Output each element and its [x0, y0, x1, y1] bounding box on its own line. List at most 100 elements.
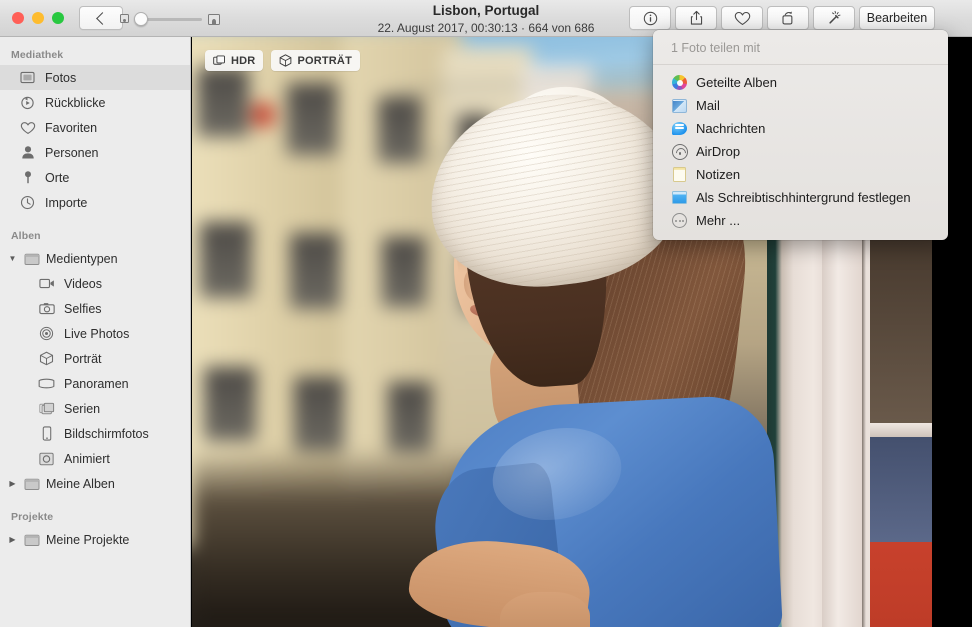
- cube-icon: [280, 54, 292, 67]
- share-item-label: Mehr ...: [696, 213, 741, 228]
- camera-icon: [38, 301, 55, 317]
- heart-icon: [734, 11, 750, 25]
- sidebar-item-animiert[interactable]: Animiert: [0, 446, 190, 471]
- sidebar-item-favoriten[interactable]: Favoriten: [0, 115, 190, 140]
- sidebar-item-label: Rückblicke: [45, 95, 106, 110]
- sidebar-item-meine-projekte[interactable]: ▶ Meine Projekte: [0, 527, 190, 552]
- rotate-button[interactable]: [767, 6, 809, 30]
- share-popover-title: 1 Foto teilen mit: [653, 30, 948, 65]
- share-item-label: Nachrichten: [696, 121, 766, 136]
- chevron-right-icon[interactable]: ▶: [8, 535, 17, 544]
- share-button[interactable]: [675, 6, 717, 30]
- share-item-mail[interactable]: Mail: [653, 94, 948, 117]
- photo-badges: HDR PORTRÄT: [205, 50, 361, 71]
- sidebar-item-label: Meine Projekte: [46, 532, 130, 547]
- edit-button[interactable]: Bearbeiten: [859, 6, 935, 30]
- maximize-window-button[interactable]: [52, 12, 64, 24]
- portrait-badge[interactable]: PORTRÄT: [271, 50, 361, 71]
- sidebar-section-header-projekte: Projekte: [11, 511, 54, 523]
- close-window-button[interactable]: [12, 12, 24, 24]
- chevron-left-icon: [96, 11, 109, 25]
- heart-icon: [19, 120, 36, 136]
- share-item-mehr[interactable]: Mehr ...: [653, 209, 948, 232]
- info-circle-icon: [643, 11, 657, 25]
- share-item-label: Notizen: [696, 167, 741, 182]
- livephoto-icon: [38, 326, 55, 342]
- airdrop-icon: [671, 143, 688, 160]
- badge-label: PORTRÄT: [297, 54, 353, 67]
- info-button[interactable]: [629, 6, 671, 30]
- sidebar-item-label: Animiert: [64, 451, 110, 466]
- sidebar-item-fotos[interactable]: Fotos: [0, 65, 190, 90]
- sidebar-section-header-alben: Alben: [11, 230, 41, 242]
- zoom-slider-thumb[interactable]: [134, 12, 148, 26]
- share-item-notizen[interactable]: Notizen: [653, 163, 948, 186]
- sidebar-item-label: Videos: [64, 276, 102, 291]
- share-item-nachrichten[interactable]: Nachrichten: [653, 117, 948, 140]
- share-item-label: Als Schreibtischhintergrund festlegen: [696, 190, 911, 205]
- chevron-down-icon[interactable]: ▼: [8, 254, 17, 263]
- favorite-button[interactable]: [721, 6, 763, 30]
- sidebar: Mediathek Fotos Rückblicke Favoriten Per…: [0, 37, 191, 627]
- share-item-airdrop[interactable]: AirDrop: [653, 140, 948, 163]
- enhance-button[interactable]: [813, 6, 855, 30]
- sidebar-item-label: Fotos: [45, 70, 77, 85]
- sidebar-item-label: Porträt: [64, 351, 102, 366]
- sidebar-item-label: Favoriten: [45, 120, 98, 135]
- sidebar-item-label: Medientypen: [46, 251, 118, 266]
- clock-icon: [19, 195, 36, 211]
- folder-icon: [23, 476, 40, 492]
- large-photo-icon: [208, 14, 220, 25]
- chevron-right-icon[interactable]: ▶: [8, 479, 17, 488]
- sidebar-item-selfies[interactable]: Selfies: [0, 296, 190, 321]
- sidebar-item-label: Orte: [45, 170, 70, 185]
- sidebar-item-label: Importe: [45, 195, 88, 210]
- sidebar-item-label: Panoramen: [64, 376, 129, 391]
- sidebar-item-orte[interactable]: Orte: [0, 165, 190, 190]
- sidebar-item-label: Personen: [45, 145, 99, 160]
- toolbar-actions: Bearbeiten: [629, 6, 935, 30]
- rotate-icon: [782, 11, 793, 25]
- sidebar-item-panoramen[interactable]: Panoramen: [0, 371, 190, 396]
- magic-wand-icon: [829, 10, 841, 24]
- sidebar-item-serien[interactable]: Serien: [0, 396, 190, 421]
- animated-icon: [38, 451, 55, 467]
- folder-icon: [23, 251, 40, 267]
- pin-icon: [19, 170, 36, 186]
- mail-app-icon: [671, 97, 688, 114]
- cube-icon: [38, 351, 55, 367]
- zoom-slider[interactable]: [120, 11, 220, 27]
- sidebar-item-bildschirmfotos[interactable]: Bildschirmfotos: [0, 421, 190, 446]
- sidebar-item-live-photos[interactable]: Live Photos: [0, 321, 190, 346]
- share-item-geteilte-alben[interactable]: Geteilte Alben: [653, 71, 948, 94]
- desktop-icon: [671, 189, 688, 206]
- share-item-label: Mail: [696, 98, 720, 113]
- minimize-window-button[interactable]: [32, 12, 44, 24]
- photos-app-icon: [671, 74, 688, 91]
- phone-icon: [38, 426, 55, 442]
- photos-icon: [19, 70, 36, 86]
- sidebar-item-label: Serien: [64, 401, 101, 416]
- burst-icon: [38, 401, 55, 417]
- share-icon: [690, 10, 702, 25]
- sidebar-item-portraet[interactable]: Porträt: [0, 346, 190, 371]
- sidebar-item-importe[interactable]: Importe: [0, 190, 190, 215]
- more-ellipsis-icon: [671, 212, 688, 229]
- sidebar-item-label: Bildschirmfotos: [64, 426, 149, 441]
- back-button[interactable]: [79, 6, 123, 30]
- video-icon: [38, 276, 55, 292]
- traffic-lights: [12, 12, 64, 24]
- sidebar-item-meine-alben[interactable]: ▶ Meine Alben: [0, 471, 190, 496]
- sidebar-item-medientypen[interactable]: ▼ Medientypen: [0, 246, 190, 271]
- sidebar-item-personen[interactable]: Personen: [0, 140, 190, 165]
- share-item-schreibtischhintergrund[interactable]: Als Schreibtischhintergrund festlegen: [653, 186, 948, 209]
- badge-label: HDR: [231, 54, 256, 67]
- hdr-layers-icon: [213, 54, 225, 65]
- hdr-badge[interactable]: HDR: [205, 50, 264, 71]
- sidebar-item-videos[interactable]: Videos: [0, 271, 190, 296]
- sidebar-item-label: Live Photos: [64, 326, 130, 341]
- memories-icon: [19, 95, 36, 111]
- panorama-icon: [38, 376, 55, 392]
- sidebar-item-rueckblicke[interactable]: Rückblicke: [0, 90, 190, 115]
- sidebar-section-header-mediathek: Mediathek: [11, 49, 64, 61]
